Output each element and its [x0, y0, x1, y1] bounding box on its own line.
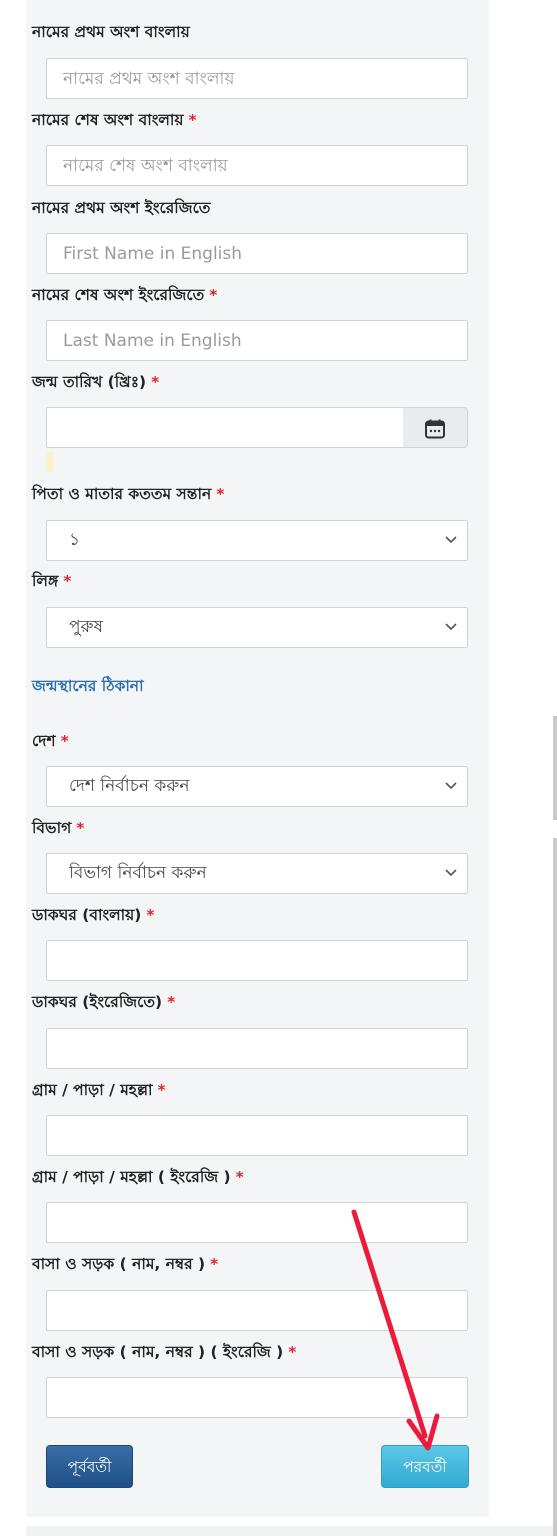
first-name-bn-label: নামের প্রথম অংশ বাংলায় — [32, 23, 190, 41]
country-label: দেশ * — [32, 732, 69, 750]
gender-label: লিঙ্গ * — [32, 572, 72, 590]
last-name-bn-label: নামের শেষ অংশ বাংলায় * — [32, 111, 197, 129]
required-mark: * — [235, 1168, 244, 1186]
house-road-en-field[interactable] — [46, 1377, 468, 1418]
post-office-bn-field[interactable] — [46, 940, 468, 981]
required-mark: * — [151, 373, 160, 391]
required-mark: * — [146, 906, 155, 924]
date-picker-button[interactable] — [403, 407, 468, 448]
chevron-down-icon — [445, 869, 457, 877]
post-office-en-input[interactable] — [47, 1029, 467, 1068]
required-mark: * — [63, 572, 72, 590]
required-mark: * — [76, 819, 85, 837]
division-selected: বিভাগ নির্বাচন করুন — [69, 863, 207, 883]
birth-date-field[interactable] — [46, 407, 404, 448]
chevron-down-icon — [445, 623, 457, 631]
required-mark: * — [188, 111, 197, 129]
scrollbar-track-lower — [553, 838, 557, 1536]
first-name-en-label: নামের প্রথম অংশ ইংরেজিতে — [32, 199, 211, 217]
village-bn-field[interactable] — [46, 1115, 468, 1156]
last-name-bn-field[interactable] — [46, 145, 468, 186]
child-order-label: পিতা ও মাতার কততম সন্তান * — [32, 485, 225, 503]
required-mark: * — [210, 1255, 219, 1273]
gender-selected: পুরুষ — [69, 617, 103, 637]
required-mark: * — [216, 485, 225, 503]
house-road-bn-field[interactable] — [46, 1290, 468, 1331]
house-road-en-label: বাসা ও সড়ক ( নাম, নম্বর ) ( ইংরেজি ) * — [32, 1343, 297, 1361]
birth-date-input[interactable] — [47, 408, 403, 447]
house-road-bn-label: বাসা ও সড়ক ( নাম, নম্বর ) * — [32, 1255, 219, 1273]
house-road-bn-input[interactable] — [47, 1291, 467, 1330]
chevron-down-icon — [445, 536, 457, 544]
first-name-bn-input[interactable] — [47, 59, 467, 98]
last-name-bn-input[interactable] — [47, 146, 467, 185]
required-mark: * — [209, 286, 218, 304]
required-mark: * — [60, 732, 69, 750]
village-en-input[interactable] — [47, 1203, 467, 1242]
scrollbar-track-upper — [553, 716, 557, 820]
birthplace-section-heading: জন্মস্থানের ঠিকানা — [32, 677, 144, 695]
post-office-en-field[interactable] — [46, 1028, 468, 1069]
chevron-down-icon — [445, 782, 457, 790]
house-road-en-input[interactable] — [47, 1378, 467, 1417]
child-order-select[interactable]: ১ — [46, 520, 468, 561]
calendar-icon — [425, 419, 445, 439]
division-label: বিভাগ * — [32, 819, 85, 837]
village-en-label: গ্রাম / পাড়া / মহল্লা ( ইংরেজি ) * — [32, 1168, 244, 1186]
required-mark: * — [157, 1081, 166, 1099]
last-name-en-field[interactable] — [46, 320, 468, 361]
post-office-bn-label: ডাকঘর (বাংলায়) * — [32, 906, 155, 924]
first-name-bn-field[interactable] — [46, 58, 468, 99]
village-bn-label: গ্রাম / পাড়া / মহল্লা * — [32, 1081, 166, 1099]
country-selected: দেশ নির্বাচন করুন — [69, 776, 190, 796]
highlight-mark — [47, 452, 53, 472]
gender-select[interactable]: পুরুষ — [46, 607, 468, 648]
birth-date-label: জন্ম তারিখ (খ্রিঃ) * — [32, 373, 160, 391]
last-name-en-input[interactable] — [47, 321, 467, 360]
last-name-en-label: নামের শেষ অংশ ইংরেজিতে * — [32, 286, 218, 304]
country-select[interactable]: দেশ নির্বাচন করুন — [46, 766, 468, 807]
first-name-en-field[interactable] — [46, 233, 468, 274]
bottom-strip — [26, 1526, 557, 1536]
village-en-field[interactable] — [46, 1202, 468, 1243]
post-office-bn-input[interactable] — [47, 941, 467, 980]
division-select[interactable]: বিভাগ নির্বাচন করুন — [46, 853, 468, 894]
post-office-en-label: ডাকঘর (ইংরেজিতে) * — [32, 993, 176, 1011]
next-button[interactable]: পরবর্তী — [381, 1445, 469, 1488]
first-name-en-input[interactable] — [47, 234, 467, 273]
child-order-selected: ১ — [69, 530, 81, 550]
required-mark: * — [167, 993, 176, 1011]
village-bn-input[interactable] — [47, 1116, 467, 1155]
previous-button[interactable]: পূর্ববর্তী — [46, 1445, 133, 1488]
required-mark: * — [288, 1343, 297, 1361]
